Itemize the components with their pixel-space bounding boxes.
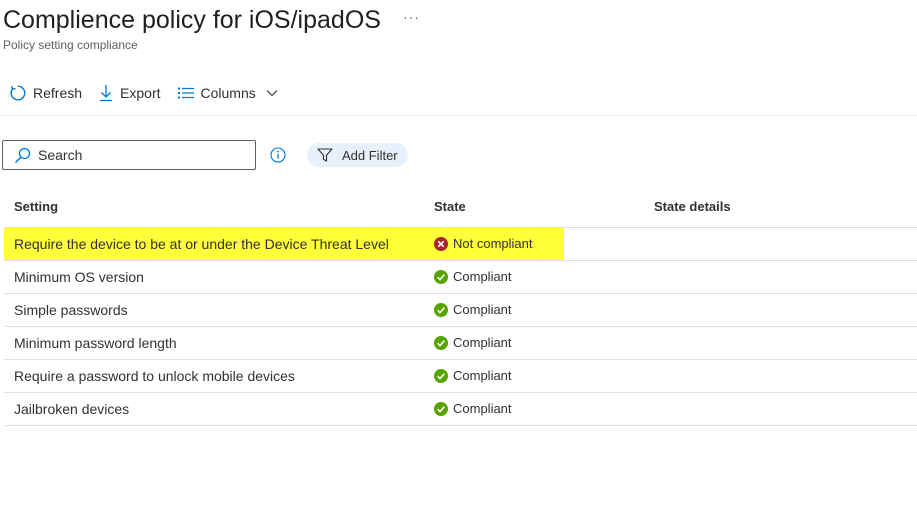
state-label: Compliant [453,368,512,383]
list-icon [177,87,194,99]
table-row[interactable]: Minimum OS version Compliant [4,261,917,294]
chevron-down-icon [266,90,278,97]
checkmark-circle-icon [434,269,448,284]
table-header: Setting State State details [4,190,917,228]
export-label: Export [120,85,161,101]
page-title: Complience policy for iOS/ipadOS [3,6,381,34]
state-label: Compliant [453,269,512,284]
cell-state: Not compliant [434,236,532,251]
table-row[interactable]: Require a password to unlock mobile devi… [4,360,917,393]
search-icon [15,147,31,163]
toolbar: Refresh Export Columns [9,82,295,104]
filter-row: Add Filter [2,140,408,170]
table-row[interactable]: Jailbroken devices Compliant [4,393,917,426]
state-label: Compliant [453,302,512,317]
state-label: Not compliant [453,236,533,251]
page-header: Complience policy for iOS/ipadOS ··· Pol… [3,4,917,52]
search-input[interactable] [38,147,238,163]
funnel-icon [317,148,333,162]
column-header-state[interactable]: State [434,199,466,214]
state-label: Compliant [453,401,512,416]
columns-button[interactable]: Columns [177,85,279,101]
page-subtitle: Policy setting compliance [3,38,138,52]
title-row: Complience policy for iOS/ipadOS ··· [3,4,917,36]
more-actions-button[interactable]: ··· [403,10,420,24]
settings-table: Setting State State details Require the … [4,190,917,426]
cell-state: Compliant [434,302,512,317]
cell-setting: Simple passwords [14,302,128,318]
checkmark-circle-icon [434,302,448,317]
refresh-label: Refresh [33,85,83,101]
state-label: Compliant [453,335,512,350]
cell-state: Compliant [434,335,512,350]
checkmark-circle-icon [434,401,448,416]
search-box[interactable] [2,140,256,170]
checkmark-circle-icon [434,335,448,350]
refresh-icon [10,85,26,101]
toolbar-divider [0,115,917,116]
table-row[interactable]: Minimum password length Compliant [4,327,917,360]
cell-state: Compliant [434,269,512,284]
add-filter-label: Add Filter [342,147,398,163]
cell-setting: Jailbroken devices [14,401,130,417]
cell-setting: Require the device to be at or under the… [14,236,389,252]
error-circle-icon [434,236,448,251]
cell-setting: Minimum password length [14,335,177,351]
table-row[interactable]: Require the device to be at or under the… [4,228,917,261]
column-header-state-details[interactable]: State details [654,199,731,214]
export-button[interactable]: Export [98,84,161,102]
table-row[interactable]: Simple passwords Compliant [4,294,917,327]
columns-label: Columns [200,85,256,101]
cell-state: Compliant [434,401,512,416]
info-icon[interactable] [270,147,286,163]
column-header-setting[interactable]: Setting [14,199,58,214]
cell-state: Compliant [434,368,512,383]
checkmark-circle-icon [434,368,448,383]
cell-setting: Minimum OS version [14,269,144,285]
cell-setting: Require a password to unlock mobile devi… [14,368,295,384]
add-filter-button[interactable]: Add Filter [307,143,408,167]
download-icon [100,85,113,102]
refresh-button[interactable]: Refresh [9,84,82,102]
